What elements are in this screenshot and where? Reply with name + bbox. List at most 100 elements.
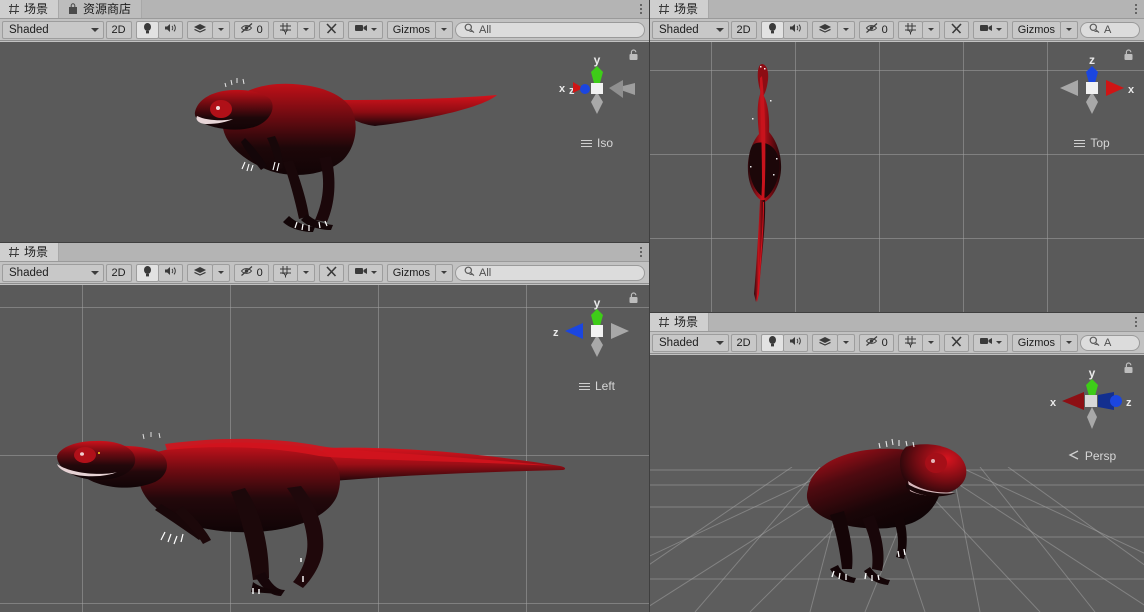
scene-camera-button[interactable] <box>347 263 383 282</box>
effects-dropdown[interactable] <box>211 263 230 282</box>
scene-gizmo-iso[interactable]: y x z Iso <box>549 44 645 154</box>
gizmos-button[interactable]: Gizmos <box>386 263 436 282</box>
grid-snap-dropdown[interactable] <box>296 20 315 39</box>
scene-gizmo-left[interactable]: y z Left <box>549 287 645 397</box>
gizmo-view-label-persp[interactable]: Persp <box>1044 449 1140 463</box>
gizmo-axes-iso[interactable]: y x z <box>549 52 645 124</box>
grid-snap-dropdown[interactable] <box>921 20 940 39</box>
scene-search-field[interactable]: A <box>1080 334 1140 351</box>
gizmos-button[interactable]: Gizmos <box>1011 20 1061 39</box>
toggle-audio-button[interactable] <box>157 20 183 39</box>
scene-tools-button[interactable] <box>318 20 344 39</box>
scene-tools-button[interactable] <box>943 333 969 352</box>
grid-snap-button[interactable] <box>897 333 923 352</box>
toggle-2d-button[interactable]: 2D <box>105 20 132 39</box>
effects-dropdown[interactable] <box>211 20 230 39</box>
toggle-2d-button[interactable]: 2D <box>730 20 757 39</box>
grid-snap-dropdown[interactable] <box>921 333 940 352</box>
scene-search-field[interactable]: All <box>455 21 645 38</box>
shading-mode-label: Shaded <box>659 336 699 349</box>
eye-slash-icon <box>865 22 879 37</box>
toggle-audio-button[interactable] <box>157 263 183 282</box>
gizmos-button[interactable]: Gizmos <box>386 20 436 39</box>
gizmo-view-label-left[interactable]: Left <box>549 379 645 393</box>
scene-camera-button[interactable] <box>972 333 1008 352</box>
toggle-2d-button[interactable]: 2D <box>730 333 757 352</box>
gizmos-dropdown[interactable] <box>1060 333 1078 352</box>
panel-menu-button[interactable] <box>633 243 649 261</box>
scene-panel-left: 场景 Shaded 2D 0 Gizmos All y z Left <box>0 243 649 612</box>
toggle-lighting-button[interactable] <box>135 20 159 39</box>
tab-scene[interactable]: 场景 <box>650 313 710 331</box>
panel-menu-button[interactable] <box>1128 0 1144 18</box>
toggle-audio-button[interactable] <box>782 333 808 352</box>
scene-viewport-top[interactable]: z x Top <box>650 42 1144 312</box>
gizmo-axes-left[interactable]: y z <box>549 295 645 367</box>
effects-dropdown[interactable] <box>836 20 855 39</box>
toggle-lighting-button[interactable] <box>135 263 159 282</box>
effects-dropdown[interactable] <box>836 333 855 352</box>
camera-icon <box>354 266 368 279</box>
scene-camera-button[interactable] <box>347 20 383 39</box>
scene-camera-button[interactable] <box>972 20 1008 39</box>
toggle-2d-label: 2D <box>736 23 751 36</box>
tab-scene[interactable]: 场景 <box>0 243 60 261</box>
tabbar-filler <box>142 0 633 18</box>
scene-search-field[interactable]: All <box>455 264 645 281</box>
panel-menu-button[interactable] <box>633 0 649 18</box>
grid-snap-button[interactable] <box>897 20 923 39</box>
scene-viewport-left[interactable]: y z Left <box>0 285 649 612</box>
chevron-down-icon <box>370 28 377 31</box>
hidden-objects-button[interactable]: 0 <box>233 263 269 282</box>
gizmos-dropdown[interactable] <box>435 20 453 39</box>
gizmo-label-text: Persp <box>1084 449 1117 463</box>
hidden-objects-button[interactable]: 0 <box>233 20 269 39</box>
toggle-lighting-button[interactable] <box>760 333 784 352</box>
scene-gizmo-top[interactable]: z x Top <box>1044 44 1140 154</box>
tab-scene[interactable]: 场景 <box>0 0 60 18</box>
scene-panel-iso: 场景 资源商店 Shaded 2D 0 Gizmos All y x z Iso <box>0 0 649 242</box>
tab-asset-store[interactable]: 资源商店 <box>59 0 143 18</box>
scene-tools-button[interactable] <box>318 263 344 282</box>
grid-snap-button[interactable] <box>272 20 298 39</box>
toggle-audio-button[interactable] <box>782 20 808 39</box>
gizmo-axes-top[interactable]: z x <box>1044 52 1140 124</box>
shading-mode-dropdown[interactable]: Shaded <box>2 20 104 39</box>
shading-mode-dropdown[interactable]: Shaded <box>652 333 729 352</box>
panel-menu-button[interactable] <box>1128 313 1144 331</box>
tools-icon <box>325 22 338 38</box>
toggle-effects-button[interactable] <box>186 20 213 39</box>
grid-snap-button[interactable] <box>272 263 298 282</box>
toggle-effects-button[interactable] <box>811 333 838 352</box>
hidden-objects-button[interactable]: 0 <box>858 20 894 39</box>
toggle-effects-button[interactable] <box>811 20 838 39</box>
scene-toolbar-top: Shaded 2D 0 Gizmos A <box>650 19 1144 41</box>
speaker-icon <box>164 22 177 37</box>
shading-mode-dropdown[interactable]: Shaded <box>2 263 104 282</box>
search-icon <box>1089 23 1100 37</box>
gizmos-button[interactable]: Gizmos <box>1011 333 1061 352</box>
gizmos-dropdown[interactable] <box>435 263 453 282</box>
scene-search-field[interactable]: A <box>1080 21 1140 38</box>
grid-icon <box>8 246 20 258</box>
gizmo-axes-persp[interactable]: y x z <box>1044 365 1140 437</box>
shading-mode-dropdown[interactable]: Shaded <box>652 20 729 39</box>
hidden-objects-count: 0 <box>256 23 263 36</box>
hidden-objects-button[interactable]: 0 <box>858 333 894 352</box>
toggle-lighting-button[interactable] <box>760 20 784 39</box>
gizmos-dropdown[interactable] <box>1060 20 1078 39</box>
unity-editor-window: 场景 资源商店 Shaded 2D 0 Gizmos All y x z Iso… <box>0 0 1144 612</box>
scene-gizmo-persp[interactable]: y x z Persp <box>1044 357 1140 467</box>
tab-scene-label: 场景 <box>24 245 49 259</box>
scene-viewport-persp[interactable]: y x z Persp <box>650 355 1144 612</box>
toggle-2d-button[interactable]: 2D <box>105 263 132 282</box>
tab-scene[interactable]: 场景 <box>650 0 710 18</box>
grid-snap-dropdown[interactable] <box>296 263 315 282</box>
toggle-effects-button[interactable] <box>186 263 213 282</box>
gizmo-view-label-top[interactable]: Top <box>1044 136 1140 150</box>
gizmo-view-label-iso[interactable]: Iso <box>549 136 645 150</box>
scene-viewport-iso[interactable]: y x z Iso <box>0 42 649 242</box>
scene-tools-button[interactable] <box>943 20 969 39</box>
eye-slash-icon <box>865 335 879 350</box>
lightbulb-icon <box>767 335 778 350</box>
